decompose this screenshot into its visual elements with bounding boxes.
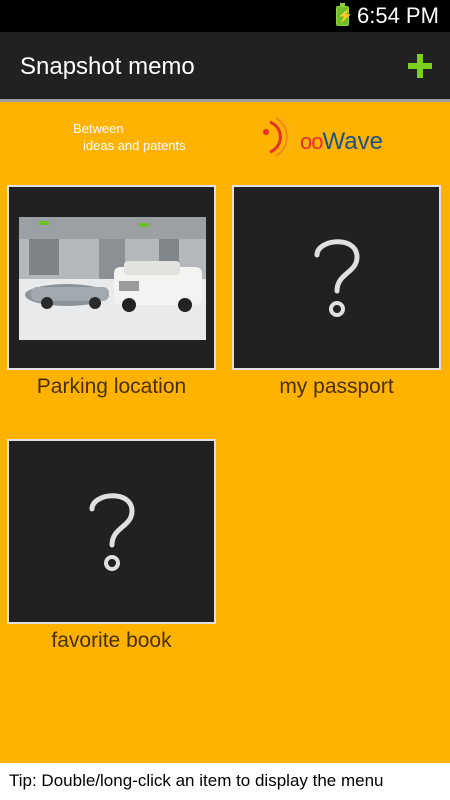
battery-charging-icon: ⚡ — [336, 3, 353, 26]
banner: Between ideas and patents ooWave — [0, 102, 450, 174]
memo-label: Parking location — [36, 375, 187, 398]
memo-label: favorite book — [51, 629, 172, 652]
add-memo-button[interactable] — [403, 49, 437, 83]
memo-item-book[interactable]: favorite book — [7, 439, 216, 669]
tagline-line2: ideas and patents — [83, 138, 186, 153]
question-mark-icon — [234, 187, 439, 368]
tagline: Between ideas and patents — [73, 120, 186, 154]
doowave-logo: ooWave — [260, 114, 383, 160]
memo-thumbnail[interactable] — [7, 185, 216, 370]
tip-bar: Tip: Double/long-click an item to displa… — [0, 763, 450, 800]
parking-garage-photo — [19, 217, 206, 340]
tip-text: Tip: Double/long-click an item to displa… — [9, 771, 384, 790]
logo-text: ooWave — [300, 128, 383, 155]
memo-item-parking[interactable]: Parking location — [7, 185, 216, 415]
status-bar: ⚡ 6:54 PM — [0, 0, 450, 32]
app-title: Snapshot memo — [20, 53, 195, 80]
clock: 6:54 PM — [357, 3, 439, 28]
question-mark-icon — [9, 441, 214, 622]
memo-item-passport[interactable]: my passport — [232, 185, 441, 415]
memo-thumbnail[interactable] — [232, 185, 441, 370]
memo-label: my passport — [279, 375, 394, 398]
memo-thumbnail[interactable] — [7, 439, 216, 624]
tagline-line1: Between — [73, 121, 124, 136]
action-bar: Snapshot memo — [0, 32, 450, 102]
